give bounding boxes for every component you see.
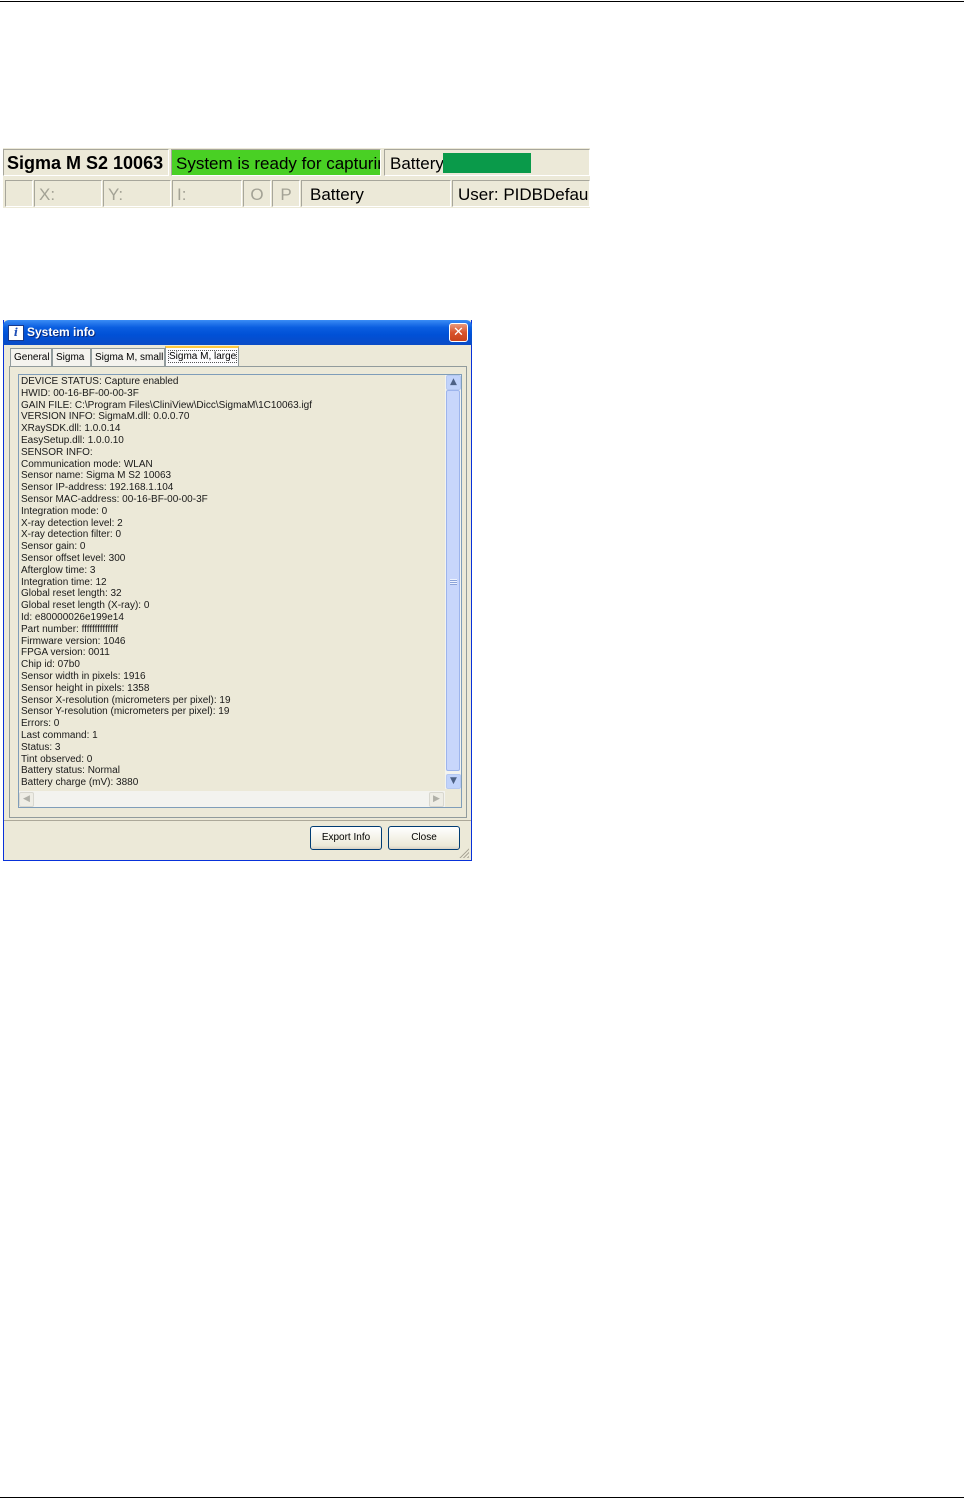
info-line: Last command: 1 <box>21 729 98 741</box>
scroll-right-icon[interactable]: ▶ <box>429 792 444 807</box>
capture-status: System is ready for capturing <box>171 149 381 176</box>
info-line: Chip id: 07b0 <box>21 659 80 671</box>
scroll-up-icon[interactable]: ▲ <box>446 375 461 390</box>
info-line: Battery charge (mV): 3880 <box>21 777 139 789</box>
scroll-down-icon[interactable]: ▼ <box>446 774 461 789</box>
info-line: Status: 3 <box>21 741 61 753</box>
close-icon[interactable]: ✕ <box>449 323 468 342</box>
p-indicator: P <box>272 180 300 207</box>
battery-panel: Battery <box>384 149 590 176</box>
info-line: VERSION INFO: SigmaM.dll: 0.0.0.70 <box>21 411 190 423</box>
info-line: Sensor name: Sigma M S2 10063 <box>21 470 172 482</box>
info-line: Sensor IP-address: 192.168.1.104 <box>21 482 174 494</box>
app-icon: i <box>8 325 24 341</box>
scroll-left-icon[interactable]: ◀ <box>19 792 34 807</box>
dialog-title: System info <box>27 325 96 339</box>
info-line: Sensor MAC-address: 00-16-BF-00-00-3F <box>21 493 208 505</box>
scroll-thumb[interactable] <box>446 390 460 771</box>
info-line: XRaySDK.dll: 1.0.0.14 <box>21 423 121 435</box>
tab-sigma-m-large-label: Sigma M, large <box>167 350 238 363</box>
o-indicator: O <box>243 180 271 207</box>
tab-sigma-m-small[interactable]: Sigma M, small <box>91 348 165 366</box>
device-name: Sigma M S2 10063 <box>3 149 169 176</box>
info-line: FPGA version: 0011 <box>21 647 110 659</box>
status-bar: Sigma M S2 10063 System is ready for cap… <box>3 148 590 208</box>
info-line: Afterglow time: 3 <box>21 564 96 576</box>
info-line: Global reset length (X-ray): 0 <box>21 600 150 612</box>
page-top-rule <box>0 1 964 2</box>
info-line: Integration time: 12 <box>21 576 107 588</box>
info-line: Sensor Y-resolution (micrometers per pix… <box>21 706 230 718</box>
intensity-readout: I: <box>172 180 242 207</box>
info-line: Sensor gain: 0 <box>21 541 86 553</box>
system-info-dialog: i System info ✕ General Sigma Sigma M, s… <box>3 320 472 861</box>
vertical-scrollbar[interactable]: ▲ ▼ <box>445 375 461 789</box>
info-line: Tint observed: 0 <box>21 753 93 765</box>
info-line: Sensor offset level: 300 <box>21 552 126 564</box>
info-line: EasySetup.dll: 1.0.0.10 <box>21 434 124 446</box>
battery-level-bar <box>443 153 531 173</box>
scrollbar-corner <box>445 791 461 807</box>
close-button[interactable]: Close <box>388 826 460 850</box>
info-line: Errors: 0 <box>21 718 60 730</box>
horizontal-scrollbar[interactable]: ◀ ▶ <box>19 791 445 807</box>
tab-sigma[interactable]: Sigma <box>52 348 91 366</box>
resize-grip-icon[interactable] <box>458 847 469 858</box>
tab-sigma-m-large[interactable]: Sigma M, large <box>165 346 239 366</box>
info-line: X-ray detection level: 2 <box>21 517 123 529</box>
info-line: Global reset length: 32 <box>21 588 122 600</box>
info-line: Id: e80000026e199e14 <box>21 611 124 623</box>
tab-panel: DEVICE STATUS: Capture enabled HWID: 00-1… <box>9 366 467 818</box>
info-line: Firmware version: 1046 <box>21 635 126 647</box>
tab-general[interactable]: General <box>10 348 52 366</box>
info-line: Integration mode: 0 <box>21 505 108 517</box>
status-bar-row-top: Sigma M S2 10063 System is ready for cap… <box>3 148 590 177</box>
user-label: User: PIDBDefault <box>452 180 590 207</box>
battery-label: Battery <box>390 154 444 173</box>
info-line: Sensor X-resolution (micrometers per pix… <box>21 694 231 706</box>
scroll-grip-icon <box>450 579 457 585</box>
button-separator <box>4 820 471 821</box>
system-info-lines: DEVICE STATUS: Capture enabled HWID: 00-1… <box>21 376 441 789</box>
status-cell-empty <box>5 180 33 207</box>
page-bottom-rule <box>0 1497 964 1498</box>
info-line: DEVICE STATUS: Capture enabled <box>21 376 179 387</box>
info-line: Sensor height in pixels: 1358 <box>21 682 150 694</box>
status-bar-row-bottom: X: Y: I: O P Battery User: PIDBDefault <box>3 179 590 208</box>
info-line: Battery status: Normal <box>21 765 120 777</box>
y-coordinate: Y: <box>103 180 171 207</box>
info-line: GAIN FILE: C:\Program Files\CliniView\Di… <box>21 399 313 411</box>
info-line: Part number: ffffffffffffff <box>21 623 119 635</box>
info-line: Sensor width in pixels: 1916 <box>21 670 146 682</box>
system-info-textbox[interactable]: DEVICE STATUS: Capture enabled HWID: 00-1… <box>18 374 462 808</box>
info-line: Communication mode: WLAN <box>21 458 153 470</box>
x-coordinate: X: <box>34 180 102 207</box>
battery-status-label: Battery <box>301 180 451 207</box>
dialog-title-bar[interactable]: i System info ✕ <box>3 320 472 345</box>
export-info-button[interactable]: Export Info <box>310 826 382 850</box>
info-line: SENSOR INFO: <box>21 446 93 458</box>
info-line: HWID: 00-16-BF-00-00-3F <box>21 387 139 399</box>
info-line: X-ray detection filter: 0 <box>21 529 122 541</box>
